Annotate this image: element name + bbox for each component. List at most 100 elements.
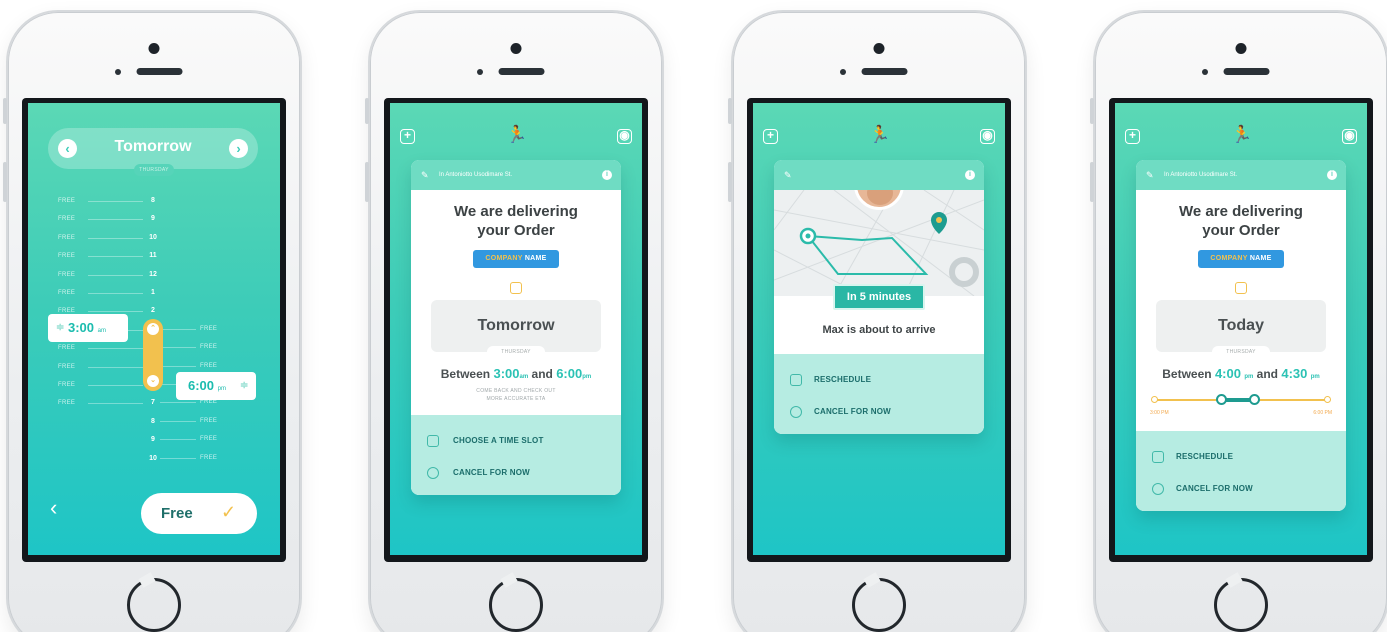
side-button [365, 98, 369, 124]
free-slot-left[interactable]: FREE [58, 253, 143, 260]
mockup-stage: ‹ Tomorrow › THURSDAY FREE 8 FREE 9 FREE 10 FR… [0, 0, 1387, 632]
chevron-right-icon[interactable]: › [229, 139, 248, 158]
free-slot-right[interactable]: FREE [160, 362, 218, 369]
actions-panel: CHOOSE A TIME SLOT CANCEL FOR NOW [411, 415, 621, 495]
cancel-button[interactable]: CANCEL FOR NOW [411, 457, 621, 489]
free-slot-right[interactable]: FREE [160, 344, 217, 350]
slot-line [160, 420, 196, 422]
free-slot-left[interactable]: FREE [58, 272, 143, 278]
check-icon: ✓ [221, 502, 237, 522]
hour-label: 10 [149, 233, 157, 241]
time-window: Between 4:00 pm and 4:30 pm [1136, 366, 1346, 381]
plus-icon[interactable]: + [763, 129, 778, 144]
profile-icon[interactable]: ◉ [1342, 129, 1357, 144]
address-bar[interactable]: ✎ In Antoniotto Usodimare St. i [1136, 160, 1346, 190]
home-button[interactable] [852, 578, 906, 632]
side-button [365, 162, 369, 202]
slot-line [160, 439, 196, 441]
free-slot-left[interactable]: FREE [58, 345, 143, 351]
free-slot-left[interactable]: FREE [58, 198, 143, 204]
from-time: 4:00 [1214, 366, 1241, 381]
action-label: CHOOSE A TIME SLOT [453, 436, 544, 445]
free-label: FREE [58, 234, 76, 241]
plus-icon[interactable]: + [1125, 129, 1140, 144]
free-slot-right[interactable]: FREE [160, 326, 217, 332]
timeline-end-dot [1324, 396, 1331, 403]
slot-line [88, 311, 143, 313]
reschedule-button[interactable]: RESCHEDULE [1136, 441, 1346, 473]
delivery-screen: + 🏃 ◉ ✎ In Antoniotto Usodimare St. i We… [390, 103, 642, 555]
end-time-tag: 6:00 pm ≑ [176, 372, 256, 400]
free-slot-left[interactable]: FREE [58, 400, 143, 407]
weekday-label: THURSDAY [134, 164, 174, 176]
slot-line [160, 365, 196, 367]
camera [510, 43, 522, 54]
delivery-title: We are delivering your Order [1136, 202, 1346, 240]
eta-badge: In 5 minutes [833, 284, 925, 310]
home-button[interactable] [1214, 578, 1268, 632]
free-label: FREE [58, 382, 76, 388]
day-label: Tomorrow [477, 317, 555, 334]
free-label: FREE [58, 400, 76, 407]
info-icon[interactable]: i [965, 170, 975, 180]
between-word: Between [1162, 367, 1212, 381]
hour-label: 12 [149, 270, 157, 278]
confirm-button[interactable]: Free ✓ [141, 493, 257, 534]
camera [873, 43, 885, 54]
home-button[interactable] [489, 578, 543, 632]
start-suffix: am [97, 328, 106, 334]
eta-note: COME BACK AND CHECK OUT MORE ACCURATE ET… [411, 387, 621, 403]
free-slot-left[interactable]: FREE [58, 290, 143, 296]
company-word: COMPANY [1210, 255, 1248, 262]
name-word: NAME [1249, 255, 1272, 262]
info-icon[interactable]: i [1327, 170, 1337, 180]
free-label: FREE [200, 362, 218, 369]
end-handle[interactable]: ⌄ [147, 375, 159, 387]
actions-panel: RESCHEDULE CANCEL FOR NOW [1136, 431, 1346, 511]
action-label: CANCEL FOR NOW [814, 407, 891, 416]
screen-frame: + 🏃 ◉ ✎ In Antoniotto Usodimare St. i We… [1109, 98, 1373, 562]
calendar-icon [1152, 451, 1164, 463]
free-slot-right[interactable]: FREE [160, 418, 217, 424]
cancel-icon [1152, 483, 1164, 495]
home-button[interactable] [127, 578, 181, 632]
back-arrow-icon[interactable]: ‹ [50, 495, 57, 521]
free-slot-left[interactable]: FREE [58, 382, 143, 388]
day-title: Tomorrow [114, 138, 192, 155]
time-window: Between 3:00am and 6:00pm [411, 366, 621, 381]
phone-1: ‹ Tomorrow › THURSDAY FREE 8 FREE 9 FREE 10 FR… [3, 10, 302, 632]
time-range-slider[interactable]: ⌃ ⌄ [143, 319, 163, 391]
free-slot-left[interactable]: FREE [58, 216, 143, 222]
cancel-button[interactable]: CANCEL FOR NOW [1136, 473, 1346, 505]
reschedule-button[interactable]: RESCHEDULE [774, 364, 984, 396]
info-icon[interactable]: i [602, 170, 612, 180]
free-slot-right[interactable]: FREE [160, 436, 217, 442]
route-map[interactable] [774, 190, 984, 296]
hour-label: 1 [151, 289, 155, 296]
note-line-2: MORE ACCURATE ETA [486, 396, 546, 402]
action-label: RESCHEDULE [814, 375, 872, 384]
profile-icon[interactable]: ◉ [980, 129, 995, 144]
pencil-icon[interactable]: ✎ [784, 160, 792, 190]
day-box: Today THURSDAY [1156, 300, 1326, 358]
free-slot-right[interactable]: FREE [160, 399, 217, 405]
plus-icon[interactable]: + [400, 129, 415, 144]
range-end-label: 6:00 PM [1313, 410, 1332, 416]
choose-time-slot-button[interactable]: CHOOSE A TIME SLOT [411, 425, 621, 457]
address-bar[interactable]: ✎ In Antoniotto Usodimare St. i [411, 160, 621, 190]
free-slot-left[interactable]: FREE [58, 364, 143, 370]
slot-line [88, 403, 143, 405]
free-label: FREE [58, 198, 76, 204]
free-label: FREE [58, 253, 76, 260]
start-handle[interactable]: ⌃ [147, 323, 159, 335]
delivery-title: We are delivering your Order [411, 202, 621, 240]
cancel-icon [427, 467, 439, 479]
cancel-button[interactable]: CANCEL FOR NOW [774, 396, 984, 428]
range-start-label: 3:00 PM [1150, 410, 1169, 416]
company-badge: COMPANY NAME [1198, 250, 1284, 268]
between-word: Between [440, 367, 491, 381]
action-label: CANCEL FOR NOW [1176, 484, 1253, 493]
free-slot-right[interactable]: FREE [160, 455, 217, 461]
free-slot-left[interactable]: FREE [58, 234, 143, 241]
profile-icon[interactable]: ◉ [617, 129, 632, 144]
